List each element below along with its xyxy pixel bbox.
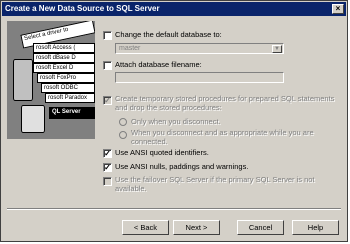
- attach-filename-input[interactable]: [115, 72, 284, 83]
- window-title: Create a New Data Source to SQL Server: [5, 4, 160, 13]
- chevron-down-icon[interactable]: ▼: [272, 45, 282, 53]
- failover-checkbox[interactable]: [103, 177, 112, 186]
- illustration-card: rosoft ODBC: [41, 83, 95, 93]
- radio-as-appropriate-label-line1: When you disconnect and as appropriate w…: [131, 128, 314, 137]
- button-separator: [7, 208, 341, 210]
- temp-procs-label-line2: and drop the stored procedures:: [115, 103, 222, 112]
- temp-procs-checkbox[interactable]: ✓: [103, 96, 112, 105]
- temp-procs-label-line1: Create temporary stored procedures for p…: [115, 94, 335, 103]
- ansi-nulls-checkbox[interactable]: ✓: [103, 163, 112, 172]
- failover-label-line2: available.: [115, 184, 147, 193]
- default-db-select[interactable]: master ▼: [115, 43, 284, 54]
- dialog-window: Create a New Data Source to SQL Server ×…: [0, 0, 348, 242]
- illustration-card: rosoft Excel D: [33, 63, 95, 73]
- radio-only-disconnect-label: Only when you disconnect.: [131, 117, 221, 126]
- illustration-card: rosoft Paradox: [45, 93, 95, 103]
- ansi-nulls-label: Use ANSI nulls, paddings and warnings.: [115, 162, 249, 171]
- cancel-button[interactable]: Cancel: [237, 220, 284, 235]
- illustration-card: rosoft FoxPro: [37, 73, 95, 83]
- illustration-card: rosoft dBase D: [33, 53, 95, 63]
- attach-filename-checkbox[interactable]: [103, 61, 112, 70]
- default-db-value: master: [119, 45, 141, 52]
- close-icon[interactable]: ×: [332, 4, 344, 14]
- ansi-quoted-checkbox[interactable]: ✓: [103, 149, 112, 158]
- title-bar: Create a New Data Source to SQL Server ×: [2, 2, 346, 16]
- radio-as-appropriate[interactable]: [119, 131, 127, 139]
- illustration-card: rosoft Access (: [33, 43, 95, 53]
- back-button[interactable]: < Back: [122, 220, 169, 235]
- change-default-db-checkbox[interactable]: [103, 31, 112, 40]
- server-icon: [13, 59, 33, 101]
- wizard-illustration: Select a driver to rosoft Access ( rosof…: [7, 21, 95, 139]
- attach-filename-label: Attach database filename:: [115, 60, 202, 69]
- next-button[interactable]: Next >: [173, 220, 220, 235]
- failover-label-line1: Use the failover SQL Server if the prima…: [115, 175, 315, 184]
- change-default-db-label: Change the default database to:: [115, 30, 222, 39]
- help-button[interactable]: Help: [292, 220, 339, 235]
- database-icon: [21, 105, 45, 133]
- illustration-card-selected: QL Server: [49, 107, 95, 119]
- ansi-quoted-label: Use ANSI quoted identifiers.: [115, 148, 209, 157]
- radio-only-disconnect[interactable]: [119, 118, 127, 126]
- radio-as-appropriate-label-line2: connected.: [131, 137, 168, 146]
